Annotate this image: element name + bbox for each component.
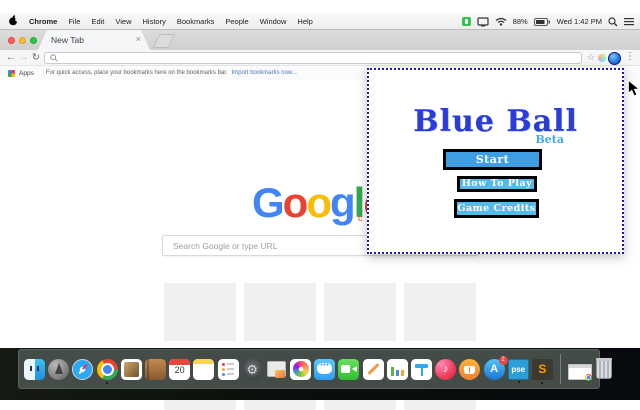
logo-letter: o xyxy=(306,179,330,226)
menubar-menus: Chrome File Edit View History Bookmarks … xyxy=(9,15,313,28)
dock-calendar-icon[interactable]: 20 xyxy=(169,359,190,380)
notification-center-icon[interactable] xyxy=(624,17,634,26)
google-logo: Google xyxy=(252,182,385,224)
dock-chrome-icon[interactable] xyxy=(97,359,118,380)
tab-close-icon[interactable]: × xyxy=(136,34,141,44)
menu-view[interactable]: View xyxy=(115,17,131,26)
dock-messages-icon[interactable]: ••• xyxy=(314,359,335,380)
dock-minimized-window[interactable] xyxy=(568,364,592,380)
bookmarks-hint-text: For quick access, place your bookmarks h… xyxy=(46,70,228,76)
battery-percent: 88% xyxy=(513,17,528,26)
dock-keynote-icon[interactable] xyxy=(411,359,432,380)
app-store-badge: 2 xyxy=(499,356,508,365)
omnibox[interactable] xyxy=(44,52,582,64)
tab-title: New Tab xyxy=(51,35,84,45)
dock-system-preferences-icon[interactable]: ⚙ xyxy=(242,359,263,380)
status-app-icon[interactable] xyxy=(462,17,471,26)
music-note-icon: ♪ xyxy=(435,359,456,380)
dock-photos-icon[interactable] xyxy=(290,359,311,380)
search-icon xyxy=(50,54,58,62)
battery-icon[interactable] xyxy=(534,18,551,26)
dock-trash-icon[interactable] xyxy=(596,359,612,379)
most-visited-tile[interactable] xyxy=(164,283,236,341)
dock-contacts-icon[interactable] xyxy=(145,359,166,380)
omnibox-input[interactable] xyxy=(61,53,581,63)
dock-app-store-icon[interactable]: A2 xyxy=(484,359,505,380)
wifi-icon[interactable] xyxy=(495,17,507,26)
forward-icon: → xyxy=(19,51,29,65)
display-icon[interactable] xyxy=(477,17,489,27)
new-tab-button[interactable] xyxy=(152,34,175,48)
dock-sublime-text-icon[interactable]: S xyxy=(532,359,553,380)
dock-launchpad-icon[interactable] xyxy=(48,359,69,380)
browser-toolbar: ← → ↻ ☆ ⋮ xyxy=(0,50,640,66)
logo-letter: G xyxy=(252,179,283,226)
reload-icon[interactable]: ↻ xyxy=(32,51,40,65)
dock-preview-icon[interactable] xyxy=(121,359,142,380)
dock-finder-icon[interactable] xyxy=(24,359,45,380)
dock-photoshop-elements-icon[interactable]: pse xyxy=(508,359,529,380)
spotlight-icon[interactable] xyxy=(608,17,618,27)
most-visited-tile[interactable] xyxy=(244,283,316,341)
dock-facetime-icon[interactable] xyxy=(338,359,359,380)
apps-grid-icon[interactable] xyxy=(8,70,15,77)
running-indicator xyxy=(518,381,521,384)
blue-ball-popup: Blue Ball Beta Start How To Play Game Cr… xyxy=(367,68,624,254)
sublime-label: S xyxy=(532,359,553,380)
menu-people[interactable]: People xyxy=(225,17,248,26)
menu-history[interactable]: History xyxy=(143,17,166,26)
apps-shortcut[interactable]: Apps xyxy=(19,70,34,77)
dock-reminders-icon[interactable] xyxy=(218,359,239,380)
how-to-play-button[interactable]: How To Play xyxy=(457,176,537,192)
message-dots: ••• xyxy=(314,362,335,369)
dock-itunes-icon[interactable]: ♪ xyxy=(435,359,456,380)
chrome-menu-icon[interactable]: ⋮ xyxy=(625,51,635,62)
menu-edit[interactable]: Edit xyxy=(91,17,104,26)
running-indicator xyxy=(541,382,544,385)
mouse-cursor xyxy=(628,80,640,97)
menubar-status-area: 88% Wed 1:42 PM xyxy=(462,13,634,30)
dock-pages-icon[interactable] xyxy=(363,359,384,380)
menu-file[interactable]: File xyxy=(68,17,80,26)
dock: 20 ⚙ ••• ♪ A2 pse S xyxy=(18,349,600,389)
gear-icon: ⚙ xyxy=(242,359,263,380)
calendar-day: 20 xyxy=(169,365,190,375)
dock-numbers-icon[interactable] xyxy=(387,359,408,380)
close-window-button[interactable] xyxy=(8,37,15,44)
blue-ball-extension-icon[interactable] xyxy=(608,52,621,65)
logo-letter: g xyxy=(330,179,354,226)
popup-title: Blue Ball xyxy=(369,104,622,139)
dock-window-stack-icon[interactable] xyxy=(266,359,287,380)
macos-menubar: Chrome File Edit View History Bookmarks … xyxy=(0,13,640,30)
apple-logo-icon xyxy=(9,15,18,26)
menu-bookmarks[interactable]: Bookmarks xyxy=(177,17,215,26)
running-indicator xyxy=(106,382,109,385)
extension-icon[interactable] xyxy=(598,54,606,62)
zoom-window-button[interactable] xyxy=(30,37,37,44)
import-bookmarks-link[interactable]: Import bookmarks now... xyxy=(232,70,297,76)
dock-separator xyxy=(560,354,561,384)
logo-partial-text: c xyxy=(358,213,363,223)
tab-new-tab[interactable]: New Tab × xyxy=(38,30,150,50)
apple-menu-icon[interactable] xyxy=(9,15,18,28)
start-button[interactable]: Start xyxy=(443,149,542,170)
popup-subtitle: Beta xyxy=(535,133,564,146)
most-visited-tile[interactable] xyxy=(404,283,476,341)
bookmark-star-icon[interactable]: ☆ xyxy=(587,52,595,63)
back-icon[interactable]: ← xyxy=(6,51,16,65)
logo-letter: o xyxy=(283,179,307,226)
tab-bar: New Tab × xyxy=(0,30,640,50)
dock-notes-icon[interactable] xyxy=(193,359,214,380)
menu-chrome[interactable]: Chrome xyxy=(29,17,57,26)
dock-ibooks-icon[interactable] xyxy=(459,359,480,380)
game-credits-button[interactable]: Game Credits xyxy=(454,199,539,218)
menu-window[interactable]: Window xyxy=(260,17,287,26)
menu-help[interactable]: Help xyxy=(297,17,312,26)
minimize-window-button[interactable] xyxy=(19,37,26,44)
most-visited-tile[interactable] xyxy=(324,283,396,341)
pse-label: pse xyxy=(509,360,528,379)
menubar-clock[interactable]: Wed 1:42 PM xyxy=(557,17,602,26)
dock-safari-icon[interactable] xyxy=(72,359,93,380)
